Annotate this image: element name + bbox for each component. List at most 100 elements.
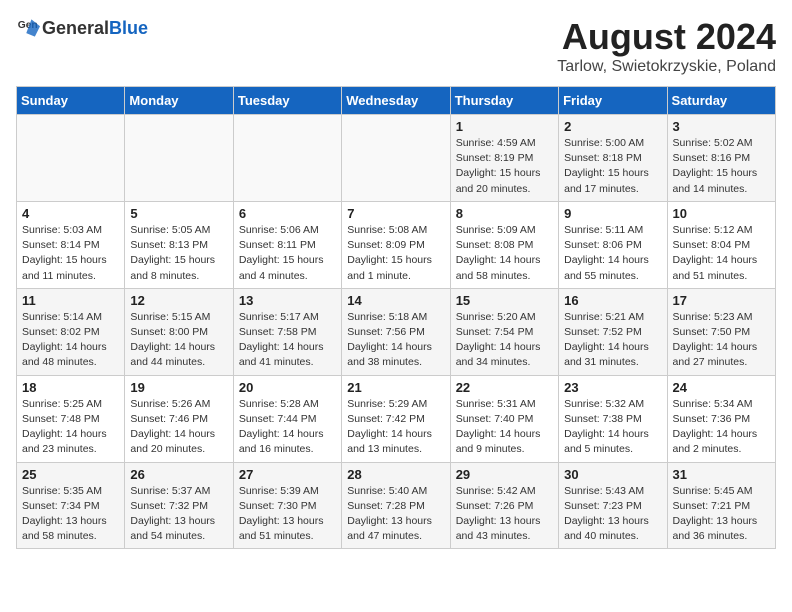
calendar-cell: 30 Sunrise: 5:43 AM Sunset: 7:23 PM Dayli… (559, 462, 667, 549)
day-info: Sunrise: 5:17 AM Sunset: 7:58 PM Dayligh… (239, 310, 336, 371)
page-header: Gen GeneralBlue August 2024 Tarlow, Swie… (16, 16, 776, 76)
day-info: Sunrise: 4:59 AM Sunset: 8:19 PM Dayligh… (456, 136, 553, 197)
calendar-week-row: 11 Sunrise: 5:14 AM Sunset: 8:02 PM Dayli… (17, 288, 776, 375)
day-number: 8 (456, 206, 553, 221)
calendar-cell (125, 115, 233, 202)
calendar-cell: 6 Sunrise: 5:06 AM Sunset: 8:11 PM Daylig… (233, 201, 341, 288)
day-number: 6 (239, 206, 336, 221)
calendar-cell: 24Sunrise: 5:34 AM Sunset: 7:36 PM Dayli… (667, 375, 775, 462)
day-info: Sunrise: 5:28 AM Sunset: 7:44 PM Dayligh… (239, 397, 336, 458)
day-info: Sunrise: 5:09 AM Sunset: 8:08 PM Dayligh… (456, 223, 553, 284)
day-number: 9 (564, 206, 661, 221)
logo-blue-text: Blue (109, 18, 148, 38)
day-info: Sunrise: 5:40 AM Sunset: 7:28 PM Dayligh… (347, 484, 444, 545)
weekday-header-thursday: Thursday (450, 87, 558, 115)
calendar-week-row: 4Sunrise: 5:03 AM Sunset: 8:14 PM Daylig… (17, 201, 776, 288)
calendar-cell: 1 Sunrise: 4:59 AM Sunset: 8:19 PM Daylig… (450, 115, 558, 202)
day-info: Sunrise: 5:39 AM Sunset: 7:30 PM Dayligh… (239, 484, 336, 545)
day-info: Sunrise: 5:12 AM Sunset: 8:04 PM Dayligh… (673, 223, 770, 284)
day-info: Sunrise: 5:23 AM Sunset: 7:50 PM Dayligh… (673, 310, 770, 371)
calendar-week-row: 1 Sunrise: 4:59 AM Sunset: 8:19 PM Daylig… (17, 115, 776, 202)
calendar-cell: 4Sunrise: 5:03 AM Sunset: 8:14 PM Daylig… (17, 201, 125, 288)
day-number: 1 (456, 119, 553, 134)
calendar-cell: 25Sunrise: 5:35 AM Sunset: 7:34 PM Dayli… (17, 462, 125, 549)
calendar-week-row: 18Sunrise: 5:25 AM Sunset: 7:48 PM Dayli… (17, 375, 776, 462)
logo-general-text: General (42, 18, 109, 38)
day-number: 20 (239, 380, 336, 395)
day-number: 12 (130, 293, 227, 308)
day-number: 30 (564, 467, 661, 482)
weekday-header-row: SundayMondayTuesdayWednesdayThursdayFrid… (17, 87, 776, 115)
day-number: 11 (22, 293, 119, 308)
day-info: Sunrise: 5:45 AM Sunset: 7:21 PM Dayligh… (673, 484, 770, 545)
day-number: 29 (456, 467, 553, 482)
day-number: 3 (673, 119, 770, 134)
day-number: 15 (456, 293, 553, 308)
calendar-cell: 10 Sunrise: 5:12 AM Sunset: 8:04 PM Dayli… (667, 201, 775, 288)
day-info: Sunrise: 5:02 AM Sunset: 8:16 PM Dayligh… (673, 136, 770, 197)
calendar-cell: 31Sunrise: 5:45 AM Sunset: 7:21 PM Dayli… (667, 462, 775, 549)
weekday-header-wednesday: Wednesday (342, 87, 450, 115)
calendar-cell: 28 Sunrise: 5:40 AM Sunset: 7:28 PM Dayli… (342, 462, 450, 549)
day-number: 19 (130, 380, 227, 395)
calendar-cell: 21 Sunrise: 5:29 AM Sunset: 7:42 PM Dayli… (342, 375, 450, 462)
location-subtitle: Tarlow, Swietokrzyskie, Poland (557, 58, 776, 76)
day-info: Sunrise: 5:03 AM Sunset: 8:14 PM Dayligh… (22, 223, 119, 284)
day-info: Sunrise: 5:43 AM Sunset: 7:23 PM Dayligh… (564, 484, 661, 545)
day-number: 17 (673, 293, 770, 308)
calendar-cell: 12Sunrise: 5:15 AM Sunset: 8:00 PM Dayli… (125, 288, 233, 375)
calendar-cell: 11 Sunrise: 5:14 AM Sunset: 8:02 PM Dayli… (17, 288, 125, 375)
weekday-header-saturday: Saturday (667, 87, 775, 115)
day-info: Sunrise: 5:20 AM Sunset: 7:54 PM Dayligh… (456, 310, 553, 371)
calendar-cell: 26Sunrise: 5:37 AM Sunset: 7:32 PM Dayli… (125, 462, 233, 549)
day-number: 14 (347, 293, 444, 308)
calendar-cell: 9 Sunrise: 5:11 AM Sunset: 8:06 PM Daylig… (559, 201, 667, 288)
calendar-cell: 15 Sunrise: 5:20 AM Sunset: 7:54 PM Dayli… (450, 288, 558, 375)
calendar-cell (233, 115, 341, 202)
day-info: Sunrise: 5:26 AM Sunset: 7:46 PM Dayligh… (130, 397, 227, 458)
day-number: 21 (347, 380, 444, 395)
calendar-cell: 16 Sunrise: 5:21 AM Sunset: 7:52 PM Dayli… (559, 288, 667, 375)
calendar-cell (17, 115, 125, 202)
day-info: Sunrise: 5:29 AM Sunset: 7:42 PM Dayligh… (347, 397, 444, 458)
day-info: Sunrise: 5:25 AM Sunset: 7:48 PM Dayligh… (22, 397, 119, 458)
day-info: Sunrise: 5:14 AM Sunset: 8:02 PM Dayligh… (22, 310, 119, 371)
day-number: 22 (456, 380, 553, 395)
day-info: Sunrise: 5:34 AM Sunset: 7:36 PM Dayligh… (673, 397, 770, 458)
calendar-cell: 19 Sunrise: 5:26 AM Sunset: 7:46 PM Dayli… (125, 375, 233, 462)
calendar-cell: 17 Sunrise: 5:23 AM Sunset: 7:50 PM Dayli… (667, 288, 775, 375)
calendar-cell: 13 Sunrise: 5:17 AM Sunset: 7:58 PM Dayli… (233, 288, 341, 375)
weekday-header-monday: Monday (125, 87, 233, 115)
weekday-header-friday: Friday (559, 87, 667, 115)
calendar-cell: 23Sunrise: 5:32 AM Sunset: 7:38 PM Dayli… (559, 375, 667, 462)
calendar-cell: 8 Sunrise: 5:09 AM Sunset: 8:08 PM Daylig… (450, 201, 558, 288)
calendar-cell: 18Sunrise: 5:25 AM Sunset: 7:48 PM Dayli… (17, 375, 125, 462)
calendar-cell: 22Sunrise: 5:31 AM Sunset: 7:40 PM Dayli… (450, 375, 558, 462)
title-area: August 2024 Tarlow, Swietokrzyskie, Pola… (557, 16, 776, 76)
calendar-cell: 29 Sunrise: 5:42 AM Sunset: 7:26 PM Dayli… (450, 462, 558, 549)
calendar-cell: 3 Sunrise: 5:02 AM Sunset: 8:16 PM Daylig… (667, 115, 775, 202)
day-info: Sunrise: 5:06 AM Sunset: 8:11 PM Dayligh… (239, 223, 336, 284)
day-info: Sunrise: 5:05 AM Sunset: 8:13 PM Dayligh… (130, 223, 227, 284)
day-info: Sunrise: 5:37 AM Sunset: 7:32 PM Dayligh… (130, 484, 227, 545)
day-info: Sunrise: 5:21 AM Sunset: 7:52 PM Dayligh… (564, 310, 661, 371)
calendar-cell: 14 Sunrise: 5:18 AM Sunset: 7:56 PM Dayli… (342, 288, 450, 375)
day-number: 16 (564, 293, 661, 308)
calendar-cell: 5Sunrise: 5:05 AM Sunset: 8:13 PM Daylig… (125, 201, 233, 288)
calendar-cell: 2 Sunrise: 5:00 AM Sunset: 8:18 PM Daylig… (559, 115, 667, 202)
calendar-week-row: 25Sunrise: 5:35 AM Sunset: 7:34 PM Dayli… (17, 462, 776, 549)
day-number: 25 (22, 467, 119, 482)
day-number: 10 (673, 206, 770, 221)
logo: Gen GeneralBlue (16, 16, 148, 40)
calendar-cell: 20 Sunrise: 5:28 AM Sunset: 7:44 PM Dayli… (233, 375, 341, 462)
weekday-header-sunday: Sunday (17, 87, 125, 115)
weekday-header-tuesday: Tuesday (233, 87, 341, 115)
day-info: Sunrise: 5:18 AM Sunset: 7:56 PM Dayligh… (347, 310, 444, 371)
calendar-cell: 7Sunrise: 5:08 AM Sunset: 8:09 PM Daylig… (342, 201, 450, 288)
day-info: Sunrise: 5:11 AM Sunset: 8:06 PM Dayligh… (564, 223, 661, 284)
day-number: 28 (347, 467, 444, 482)
day-info: Sunrise: 5:42 AM Sunset: 7:26 PM Dayligh… (456, 484, 553, 545)
day-number: 13 (239, 293, 336, 308)
day-info: Sunrise: 5:00 AM Sunset: 8:18 PM Dayligh… (564, 136, 661, 197)
day-number: 2 (564, 119, 661, 134)
